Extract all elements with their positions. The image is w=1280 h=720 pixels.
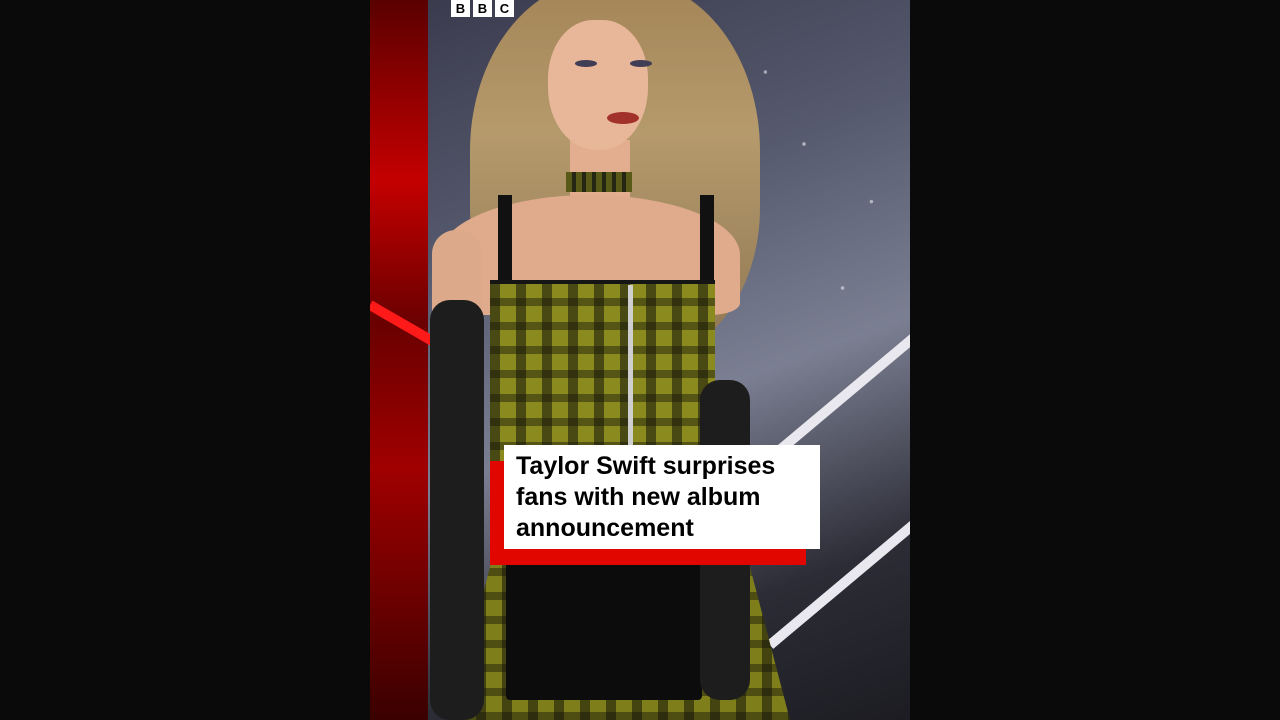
caption-box: Taylor Swift surprises fans with new alb… [504,445,820,549]
black-shorts [506,560,702,700]
corset-strap [498,195,512,285]
video-player[interactable]: B B C Taylor Swift surprises fans with n… [0,0,1280,720]
performer-choker [566,172,632,192]
bbc-logo-letter: B [473,0,492,17]
performer-eye [575,60,597,67]
bbc-logo-letter: B [451,0,470,17]
headline-caption: Taylor Swift surprises fans with new alb… [490,445,820,565]
bbc-logo: B B C [451,0,514,17]
bbc-logo-letter: C [495,0,514,17]
performer-lips [607,112,639,124]
performer-face [548,20,648,150]
stage-red-lighting [370,0,428,720]
corset-zipper [628,285,633,450]
video-frame[interactable]: B B C Taylor Swift surprises fans with n… [370,0,910,720]
corset-strap [700,195,714,285]
black-glove [430,300,484,720]
caption-headline: Taylor Swift surprises fans with new alb… [516,452,776,542]
performer-eye [630,60,652,67]
